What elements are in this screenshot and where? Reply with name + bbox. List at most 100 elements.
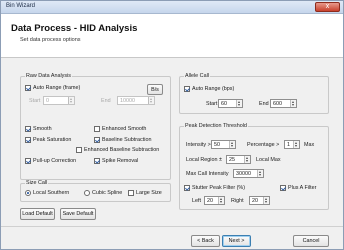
checkbox-mark <box>128 190 134 196</box>
enhanced-baseline-label: Enhanced Baseline Subtraction <box>84 147 160 153</box>
allele-auto-range-checkbox[interactable]: Auto Range (bps) <box>184 86 234 92</box>
raw-auto-range-label: Auto Range (frame) <box>33 85 81 91</box>
maxcall-value: 30000 <box>236 170 251 177</box>
baseline-subtraction-label: Baseline Subtraction <box>102 137 152 143</box>
raw-end-value: 10000 <box>120 97 135 104</box>
radio-mark <box>84 190 90 196</box>
spinner-arrows-icon[interactable] <box>236 100 242 107</box>
title-bar: Bin Wizard x <box>1 1 343 14</box>
checkbox-mark <box>94 126 100 132</box>
window-title: Bin Wizard <box>6 3 36 9</box>
checkbox-mark <box>184 86 190 92</box>
size-call-group: Size Call Local Southern Cubic Spline La… <box>20 180 171 202</box>
raw-data-analysis-group: Raw Data Analysis Auto Range (frame) B/s… <box>20 73 171 180</box>
enhanced-baseline-checkbox[interactable]: Enhanced Baseline Subtraction <box>76 147 159 153</box>
back-button[interactable]: < Back <box>191 235 220 247</box>
plus-a-filter-label: Plus A Filter <box>288 185 317 191</box>
baseline-subtraction-checkbox[interactable]: Baseline Subtraction <box>94 137 151 143</box>
raw-browse-button[interactable]: B/s <box>147 84 163 95</box>
left-label: Left <box>192 198 201 204</box>
left-spinner[interactable]: 20 <box>204 196 225 205</box>
allele-end-label: End <box>259 101 269 107</box>
footer-separator <box>1 226 343 227</box>
next-button[interactable]: Next > <box>222 235 251 247</box>
spinner-arrows-icon[interactable] <box>148 97 154 104</box>
page-title: Data Process - HID Analysis <box>11 23 138 34</box>
raw-start-spinner[interactable]: 0 <box>43 96 75 105</box>
checkbox-mark <box>184 185 190 191</box>
stutter-filter-label: Stutter Peak Filter (%) <box>192 185 246 191</box>
peak-saturation-label: Peak Saturation <box>33 137 72 143</box>
local-southern-label: Local Southern <box>33 190 70 196</box>
maxcall-spinner[interactable]: 30000 <box>233 169 264 178</box>
intensity-label: Intensity > <box>186 142 211 148</box>
allele-start-value: 60 <box>221 100 227 107</box>
large-size-checkbox[interactable]: Large Size <box>128 190 162 196</box>
local-region-spinner[interactable]: 25 <box>226 155 251 164</box>
stutter-filter-checkbox[interactable]: Stutter Peak Filter (%) <box>184 185 245 191</box>
peak-detection-group: Peak Detection Threshold Intensity > 50 … <box>179 123 329 210</box>
spinner-arrows-icon[interactable] <box>244 156 250 163</box>
page-subtitle: Set data process options <box>20 37 81 43</box>
checkbox-mark <box>94 137 100 143</box>
checkbox-mark <box>25 85 31 91</box>
raw-start-label: Start <box>29 98 41 104</box>
enhanced-smooth-checkbox[interactable]: Enhanced Smooth <box>94 126 146 132</box>
spinner-arrows-icon[interactable] <box>293 141 299 148</box>
intensity-value: 50 <box>214 141 220 148</box>
local-region-value: 25 <box>229 156 235 163</box>
local-region-label: Local Region ± <box>186 157 222 163</box>
right-spinner[interactable]: 20 <box>249 196 270 205</box>
spinner-arrows-icon[interactable] <box>229 141 235 148</box>
cubic-spline-label: Cubic Spline <box>92 190 123 196</box>
wizard-header: Data Process - HID Analysis Set data pro… <box>1 14 343 58</box>
spike-removal-checkbox[interactable]: Spike Removal <box>94 158 138 164</box>
allele-start-label: Start <box>206 101 218 107</box>
raw-auto-range-checkbox[interactable]: Auto Range (frame) <box>25 85 80 91</box>
smooth-label: Smooth <box>33 126 52 132</box>
maxcall-label: Max Call Intensity <box>186 171 229 177</box>
pullup-correction-label: Pull-up Correction <box>33 158 77 164</box>
spinner-arrows-icon[interactable] <box>263 197 269 204</box>
bin-wizard-window: Bin Wizard x Data Process - HID Analysis… <box>0 0 344 250</box>
allele-call-group: Allele Call Auto Range (bps) Start 60 En… <box>179 73 329 114</box>
max-label: Max <box>304 142 315 148</box>
checkbox-mark <box>25 158 31 164</box>
raw-end-spinner[interactable]: 10000 <box>117 96 155 105</box>
enhanced-smooth-label: Enhanced Smooth <box>102 126 147 132</box>
load-default-button[interactable]: Load Default <box>20 208 55 220</box>
allele-end-value: 600 <box>273 100 282 107</box>
intensity-spinner[interactable]: 50 <box>211 140 236 149</box>
left-value: 20 <box>207 197 213 204</box>
peak-detection-label: Peak Detection Threshold <box>184 123 248 129</box>
right-value: 20 <box>252 197 258 204</box>
checkbox-mark <box>25 126 31 132</box>
checkbox-mark <box>76 147 82 153</box>
local-southern-radio[interactable]: Local Southern <box>25 190 69 196</box>
spinner-arrows-icon[interactable] <box>218 197 224 204</box>
raw-end-label: End <box>101 98 111 104</box>
spinner-arrows-icon[interactable] <box>290 100 296 107</box>
raw-data-analysis-label: Raw Data Analysis <box>25 73 72 79</box>
pullup-correction-checkbox[interactable]: Pull-up Correction <box>25 158 76 164</box>
percentage-spinner[interactable]: 1 <box>284 140 300 149</box>
save-default-button[interactable]: Save Default <box>60 208 96 220</box>
peak-saturation-checkbox[interactable]: Peak Saturation <box>25 137 71 143</box>
percentage-label: Percentage > <box>247 142 280 148</box>
spinner-arrows-icon[interactable] <box>68 97 74 104</box>
cubic-spline-radio[interactable]: Cubic Spline <box>84 190 122 196</box>
local-max-label: Local Max <box>256 157 281 163</box>
allele-auto-range-label: Auto Range (bps) <box>192 86 235 92</box>
raw-start-value: 0 <box>46 97 49 104</box>
plus-a-filter-checkbox[interactable]: Plus A Filter <box>280 185 316 191</box>
right-label: Right <box>231 198 244 204</box>
percentage-value: 1 <box>287 141 290 148</box>
checkbox-mark <box>280 185 286 191</box>
smooth-checkbox[interactable]: Smooth <box>25 126 52 132</box>
close-button[interactable]: x <box>315 2 340 12</box>
allele-start-spinner[interactable]: 60 <box>218 99 243 108</box>
allele-end-spinner[interactable]: 600 <box>270 99 297 108</box>
cancel-button[interactable]: Cancel <box>293 235 329 247</box>
spinner-arrows-icon[interactable] <box>257 170 263 177</box>
checkbox-mark <box>94 158 100 164</box>
